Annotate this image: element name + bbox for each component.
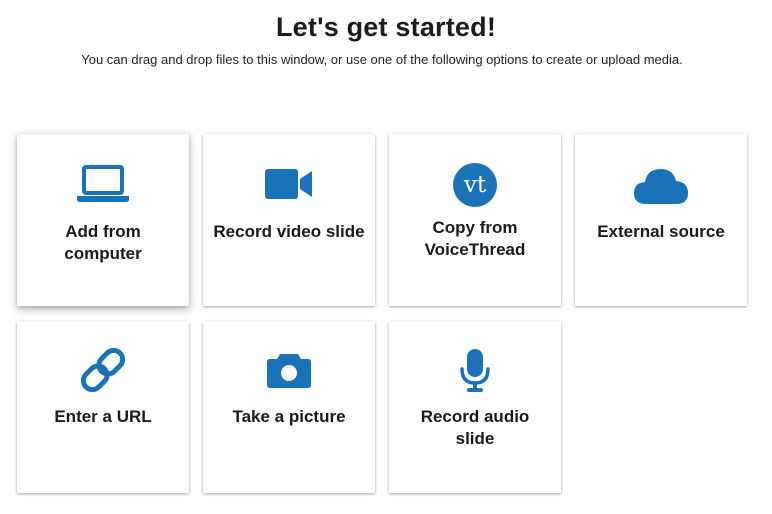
add-from-computer-label: Add from computer (64, 222, 142, 263)
page-title: Let's get started! (275, 12, 497, 42)
camera-icon (203, 349, 375, 391)
laptop-icon (17, 164, 189, 204)
external-source-label: External source (597, 222, 725, 241)
link-icon (17, 347, 189, 393)
video-camera-icon (203, 166, 375, 202)
add-from-computer-button[interactable]: Add from computer (17, 134, 189, 306)
media-chooser: Let's get started! You can drag and drop… (0, 0, 772, 514)
voicethread-logo-icon: vt (389, 162, 561, 208)
copy-from-voicethread-label: Copy from VoiceThread (424, 218, 526, 259)
microphone-icon (389, 347, 561, 393)
record-video-slide-button[interactable]: Record video slide (203, 134, 375, 306)
record-video-slide-label: Record video slide (213, 222, 365, 241)
copy-from-voicethread-button[interactable]: vt Copy from VoiceThread (389, 134, 561, 306)
take-a-picture-label: Take a picture (232, 407, 346, 426)
external-source-button[interactable]: External source (575, 134, 747, 306)
svg-text:vt: vt (463, 172, 487, 198)
record-audio-slide-label: Record audio slide (420, 407, 530, 448)
cloud-icon (575, 166, 747, 206)
enter-a-url-label: Enter a URL (54, 407, 152, 426)
enter-a-url-button[interactable]: Enter a URL (17, 321, 189, 493)
record-audio-slide-button[interactable]: Record audio slide (389, 321, 561, 493)
page-subtitle: You can drag and drop files to this wind… (81, 52, 683, 67)
take-a-picture-button[interactable]: Take a picture (203, 321, 375, 493)
